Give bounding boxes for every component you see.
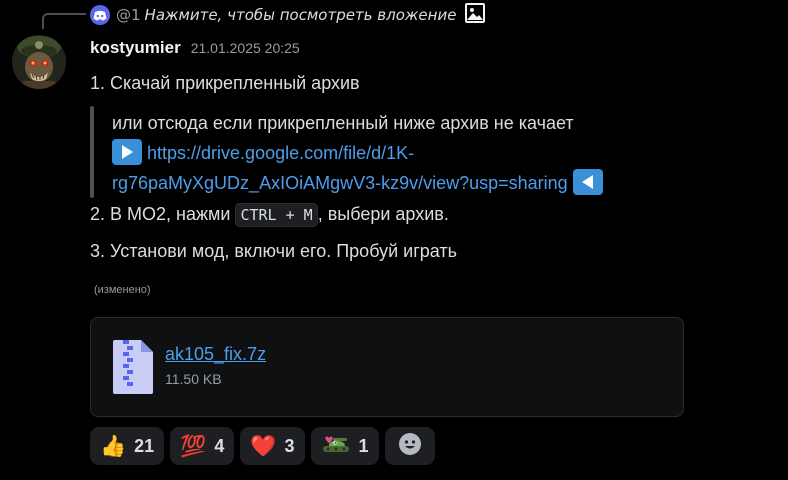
file-attachment[interactable]: ak105_fix.7z 11.50 KB [90,317,684,417]
reply-attachment-hint[interactable]: Нажмите, чтобы посмотреть вложение [145,6,457,24]
reactions-bar: 👍 21 💯 4 ❤️ 3 1 [90,427,435,465]
list-item-2: 2. В МО2, нажми CTRL + M, выбери архив. [90,203,449,228]
drive-link-continued[interactable]: rg76paMyXgUDz_AxIOiAMgwV3-kz9v/view?usp=… [112,173,568,193]
list-item-2-text: 2. В МО2, нажми [90,204,236,224]
add-reaction-button[interactable] [384,427,435,465]
reaction-pepe-tank[interactable]: 1 [310,427,379,465]
image-icon [464,2,486,28]
archive-file-icon [111,338,155,400]
inline-code: CTRL + M [235,203,318,228]
blockquote-bar [90,106,94,198]
attachment-file-name[interactable]: ak105_fix.7z [165,344,266,365]
avatar[interactable] [12,35,66,89]
reaction-hundred-points[interactable]: 💯 4 [170,427,235,465]
reaction-count: 21 [134,435,155,456]
blockquote: или отсюда если прикрепленный ниже архив… [112,108,692,198]
timestamp[interactable]: 21.01.2025 20:25 [191,40,300,56]
hundred-points-icon: 💯 [180,433,207,458]
play-left-icon [572,169,603,196]
attachment-file-size: 11.50 KB [165,371,222,387]
thumbs-up-icon: 👍 [100,433,127,458]
play-right-icon [112,139,142,166]
edited-label: (изменено) [94,284,151,296]
red-heart-icon: ❤️ [250,433,277,458]
reply-mention[interactable]: @1 [116,6,141,24]
blockquote-text: или отсюда если прикрепленный ниже архив… [112,113,574,133]
list-item-3: 3. Установи мод, включи его. Пробуй игра… [90,241,458,261]
reply-connector [42,13,86,29]
reaction-red-heart[interactable]: ❤️ 3 [240,427,305,465]
username[interactable]: kostyumier [90,38,181,58]
list-item-1: 1. Скачай прикрепленный архив [90,73,360,93]
reply-preview[interactable]: @1 Нажмите, чтобы посмотреть вложение [90,2,486,28]
message-header: kostyumier 21.01.2025 20:25 [90,38,300,58]
list-item-2-tail: , выбери архив. [317,204,449,224]
reaction-count: 1 [358,435,369,456]
smiley-icon [398,432,422,460]
reaction-thumbs-up[interactable]: 👍 21 [90,427,165,465]
pepe-tank-icon [321,432,351,460]
reaction-count: 4 [214,435,225,456]
reaction-count: 3 [284,435,295,456]
discord-icon [90,5,110,25]
drive-link[interactable]: https://drive.google.com/file/d/1K- [147,143,414,163]
